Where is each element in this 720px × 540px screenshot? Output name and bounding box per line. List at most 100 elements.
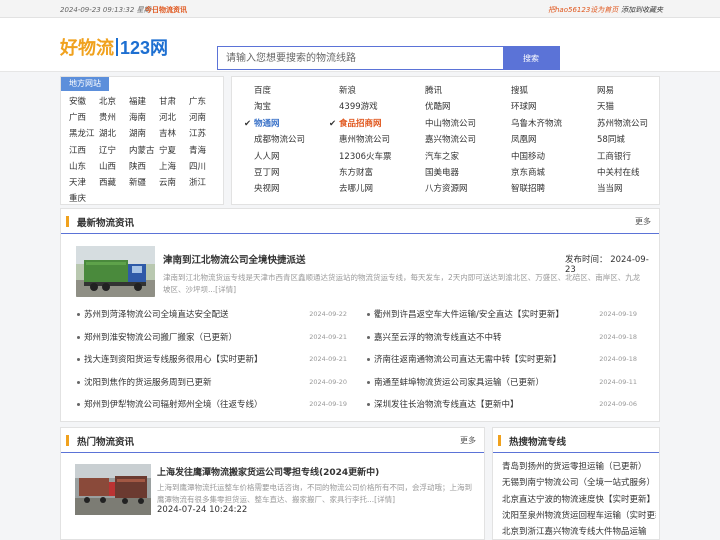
news-row[interactable]: 南通至蚌埠物流货运公司家具运输（已更新） 2024-09-11 [367, 373, 637, 396]
search-button[interactable]: 搜索 [503, 47, 559, 69]
region-link[interactable]: 天津 [69, 178, 86, 188]
news-row[interactable]: 郑州到淮安物流公司搬厂搬家（已更新） 2024-09-21 [77, 328, 347, 351]
quick-link[interactable]: 国美电器 [425, 165, 511, 181]
hot-route-link[interactable]: 青岛到扬州的货运零担运输（已更新） [502, 459, 656, 475]
quick-link[interactable]: 苏州物流公司 [597, 116, 677, 132]
news-row-title[interactable]: 深圳发往长治物流专线直达【更新中】 [374, 398, 519, 410]
quick-link[interactable]: 东方财富 [339, 165, 425, 181]
quick-link[interactable]: 4399游戏 [339, 99, 425, 115]
region-link[interactable]: 甘肃 [159, 97, 176, 107]
news-row[interactable]: 郑州到伊犁物流公司辐射郑州全境（往返专线） 2024-09-19 [77, 395, 347, 418]
hot-route-link[interactable]: 北京直达宁波的物流速度快【实时更新】 [502, 492, 656, 508]
quick-link[interactable]: 人人网 [254, 149, 339, 165]
region-link[interactable]: 广东 [189, 97, 206, 107]
today-news-link[interactable]: 今日物流资讯 [145, 5, 187, 15]
featured-news-title[interactable]: 津南到江北物流公司全境快捷派送 [163, 252, 306, 266]
region-link[interactable]: 河南 [189, 113, 206, 123]
region-link[interactable]: 江西 [69, 146, 86, 156]
quick-link[interactable]: 凤凰网 [511, 132, 597, 148]
quick-link[interactable]: 中国移动 [511, 149, 597, 165]
add-favorite-link[interactable]: 添加到收藏夹 [621, 5, 663, 15]
news-row[interactable]: 嘉兴至云浮的物流专线直达不中转 2024-09-18 [367, 328, 637, 351]
quick-link[interactable]: 嘉兴物流公司 [425, 132, 511, 148]
region-link[interactable]: 贵州 [99, 113, 116, 123]
truck-photo[interactable] [76, 246, 155, 297]
region-link[interactable]: 海南 [129, 113, 146, 123]
news-row[interactable]: 找大连到资阳货运专线服务很用心【实时更新】 2024-09-21 [77, 350, 347, 373]
news-row-title[interactable]: 沈阳到焦作的货运服务周到已更新 [84, 376, 212, 388]
quick-link[interactable]: 腾讯 [425, 83, 511, 99]
region-link[interactable]: 吉林 [159, 129, 176, 139]
search-input[interactable] [218, 47, 503, 69]
region-link[interactable]: 西藏 [99, 178, 116, 188]
region-link[interactable]: 河北 [159, 113, 176, 123]
quick-link[interactable]: 中关村在线 [597, 165, 677, 181]
region-link[interactable]: 福建 [129, 97, 146, 107]
region-link[interactable]: 湖南 [129, 129, 146, 139]
news-row-title[interactable]: 嘉兴至云浮的物流专线直达不中转 [374, 331, 502, 343]
region-link[interactable]: 云南 [159, 178, 176, 188]
hot-route-link[interactable]: 北京到浙江嘉兴物流专线大件物品运输 [502, 524, 656, 540]
region-link[interactable]: 北京 [99, 97, 116, 107]
quick-link[interactable]: 去哪儿网 [339, 181, 425, 197]
news-row-title[interactable]: 郑州到淮安物流公司搬厂搬家（已更新） [84, 331, 237, 343]
quick-link[interactable]: 八方资源网 [425, 181, 511, 197]
hot-route-link[interactable]: 无锡到南宁物流公司（全境一站式服务） [502, 475, 656, 491]
quick-link[interactable]: 豆丁网 [254, 165, 339, 181]
quick-link[interactable]: 成都物流公司 [254, 132, 339, 148]
quick-link[interactable]: 智联招聘 [511, 181, 597, 197]
set-homepage-link[interactable]: 把hao56123设为首页 [548, 5, 618, 15]
quick-link[interactable]: 58同城 [597, 132, 677, 148]
region-link[interactable]: 内蒙古 [129, 146, 155, 156]
latest-news-more-link[interactable]: 更多 [635, 216, 651, 227]
quick-link[interactable]: 环球网 [511, 99, 597, 115]
quick-link[interactable]: 新浪 [339, 83, 425, 99]
region-link[interactable]: 湖北 [99, 129, 116, 139]
hot-route-link[interactable]: 沈阳至泉州物流货运回程车运输（实时更新） [502, 508, 656, 524]
quick-link[interactable]: 百度 [254, 83, 339, 99]
quick-link[interactable]: 优酷网 [425, 99, 511, 115]
trucks-photo[interactable] [75, 464, 151, 515]
news-row-title[interactable]: 找大连到资阳货运专线服务很用心【实时更新】 [84, 353, 263, 365]
region-link[interactable]: 陕西 [129, 162, 146, 172]
hot-news-more-link[interactable]: 更多 [460, 435, 476, 446]
hot-news-item-title[interactable]: 上海发往鹰潭物流搬家货运公司零担专线(2024更新中) [157, 465, 379, 478]
region-link[interactable]: 四川 [189, 162, 206, 172]
news-row[interactable]: 深圳发往长治物流专线直达【更新中】 2024-09-06 [367, 395, 637, 418]
region-link[interactable]: 山东 [69, 162, 86, 172]
news-row-title[interactable]: 衢州到许昌返空车大件运输/安全直达【实时更新】 [374, 308, 564, 320]
news-row[interactable]: 济南往返南通物流公司直达无需中转【实时更新】 2024-09-18 [367, 350, 637, 373]
quick-link[interactable]: 中山物流公司 [425, 116, 511, 132]
region-link[interactable]: 重庆 [69, 194, 86, 204]
quick-link[interactable]: 网易 [597, 83, 677, 99]
region-link[interactable]: 广西 [69, 113, 86, 123]
quick-link[interactable]: 工商银行 [597, 149, 677, 165]
quick-link[interactable]: 天猫 [597, 99, 677, 115]
news-row-title[interactable]: 郑州到伊犁物流公司辐射郑州全境（往返专线） [84, 398, 263, 410]
region-link[interactable]: 辽宁 [99, 146, 116, 156]
region-link[interactable]: 上海 [159, 162, 176, 172]
news-row[interactable]: 沈阳到焦作的货运服务周到已更新 2024-09-20 [77, 373, 347, 396]
region-link[interactable]: 安徽 [69, 97, 86, 107]
region-link[interactable]: 浙江 [189, 178, 206, 188]
quick-link[interactable]: ✔ 食品招商网 [329, 116, 425, 132]
news-row[interactable]: 苏州到菏泽物流公司全境直达安全配送 2024-09-22 [77, 305, 347, 328]
site-logo[interactable]: 好物流 123网 [60, 36, 168, 58]
region-link[interactable]: 黑龙江 [69, 129, 95, 139]
news-row-title[interactable]: 苏州到菏泽物流公司全境直达安全配送 [84, 308, 229, 320]
region-link[interactable]: 江苏 [189, 129, 206, 139]
quick-link[interactable]: 乌鲁木齐物流 [511, 116, 597, 132]
region-link[interactable]: 山西 [99, 162, 116, 172]
news-row-title[interactable]: 济南往返南通物流公司直达无需中转【实时更新】 [374, 353, 561, 365]
region-link[interactable]: 青海 [189, 146, 206, 156]
quick-link[interactable]: 京东商城 [511, 165, 597, 181]
quick-link[interactable]: 汽车之家 [425, 149, 511, 165]
region-link[interactable]: 宁夏 [159, 146, 176, 156]
quick-link[interactable]: 央视网 [254, 181, 339, 197]
region-link[interactable]: 新疆 [129, 178, 146, 188]
quick-link[interactable]: 当当网 [597, 181, 677, 197]
quick-link[interactable]: 搜狐 [511, 83, 597, 99]
news-row-title[interactable]: 南通至蚌埠物流货运公司家具运输（已更新） [374, 376, 544, 388]
quick-link[interactable]: 12306火车票 [339, 149, 425, 165]
quick-link[interactable]: 惠州物流公司 [339, 132, 425, 148]
